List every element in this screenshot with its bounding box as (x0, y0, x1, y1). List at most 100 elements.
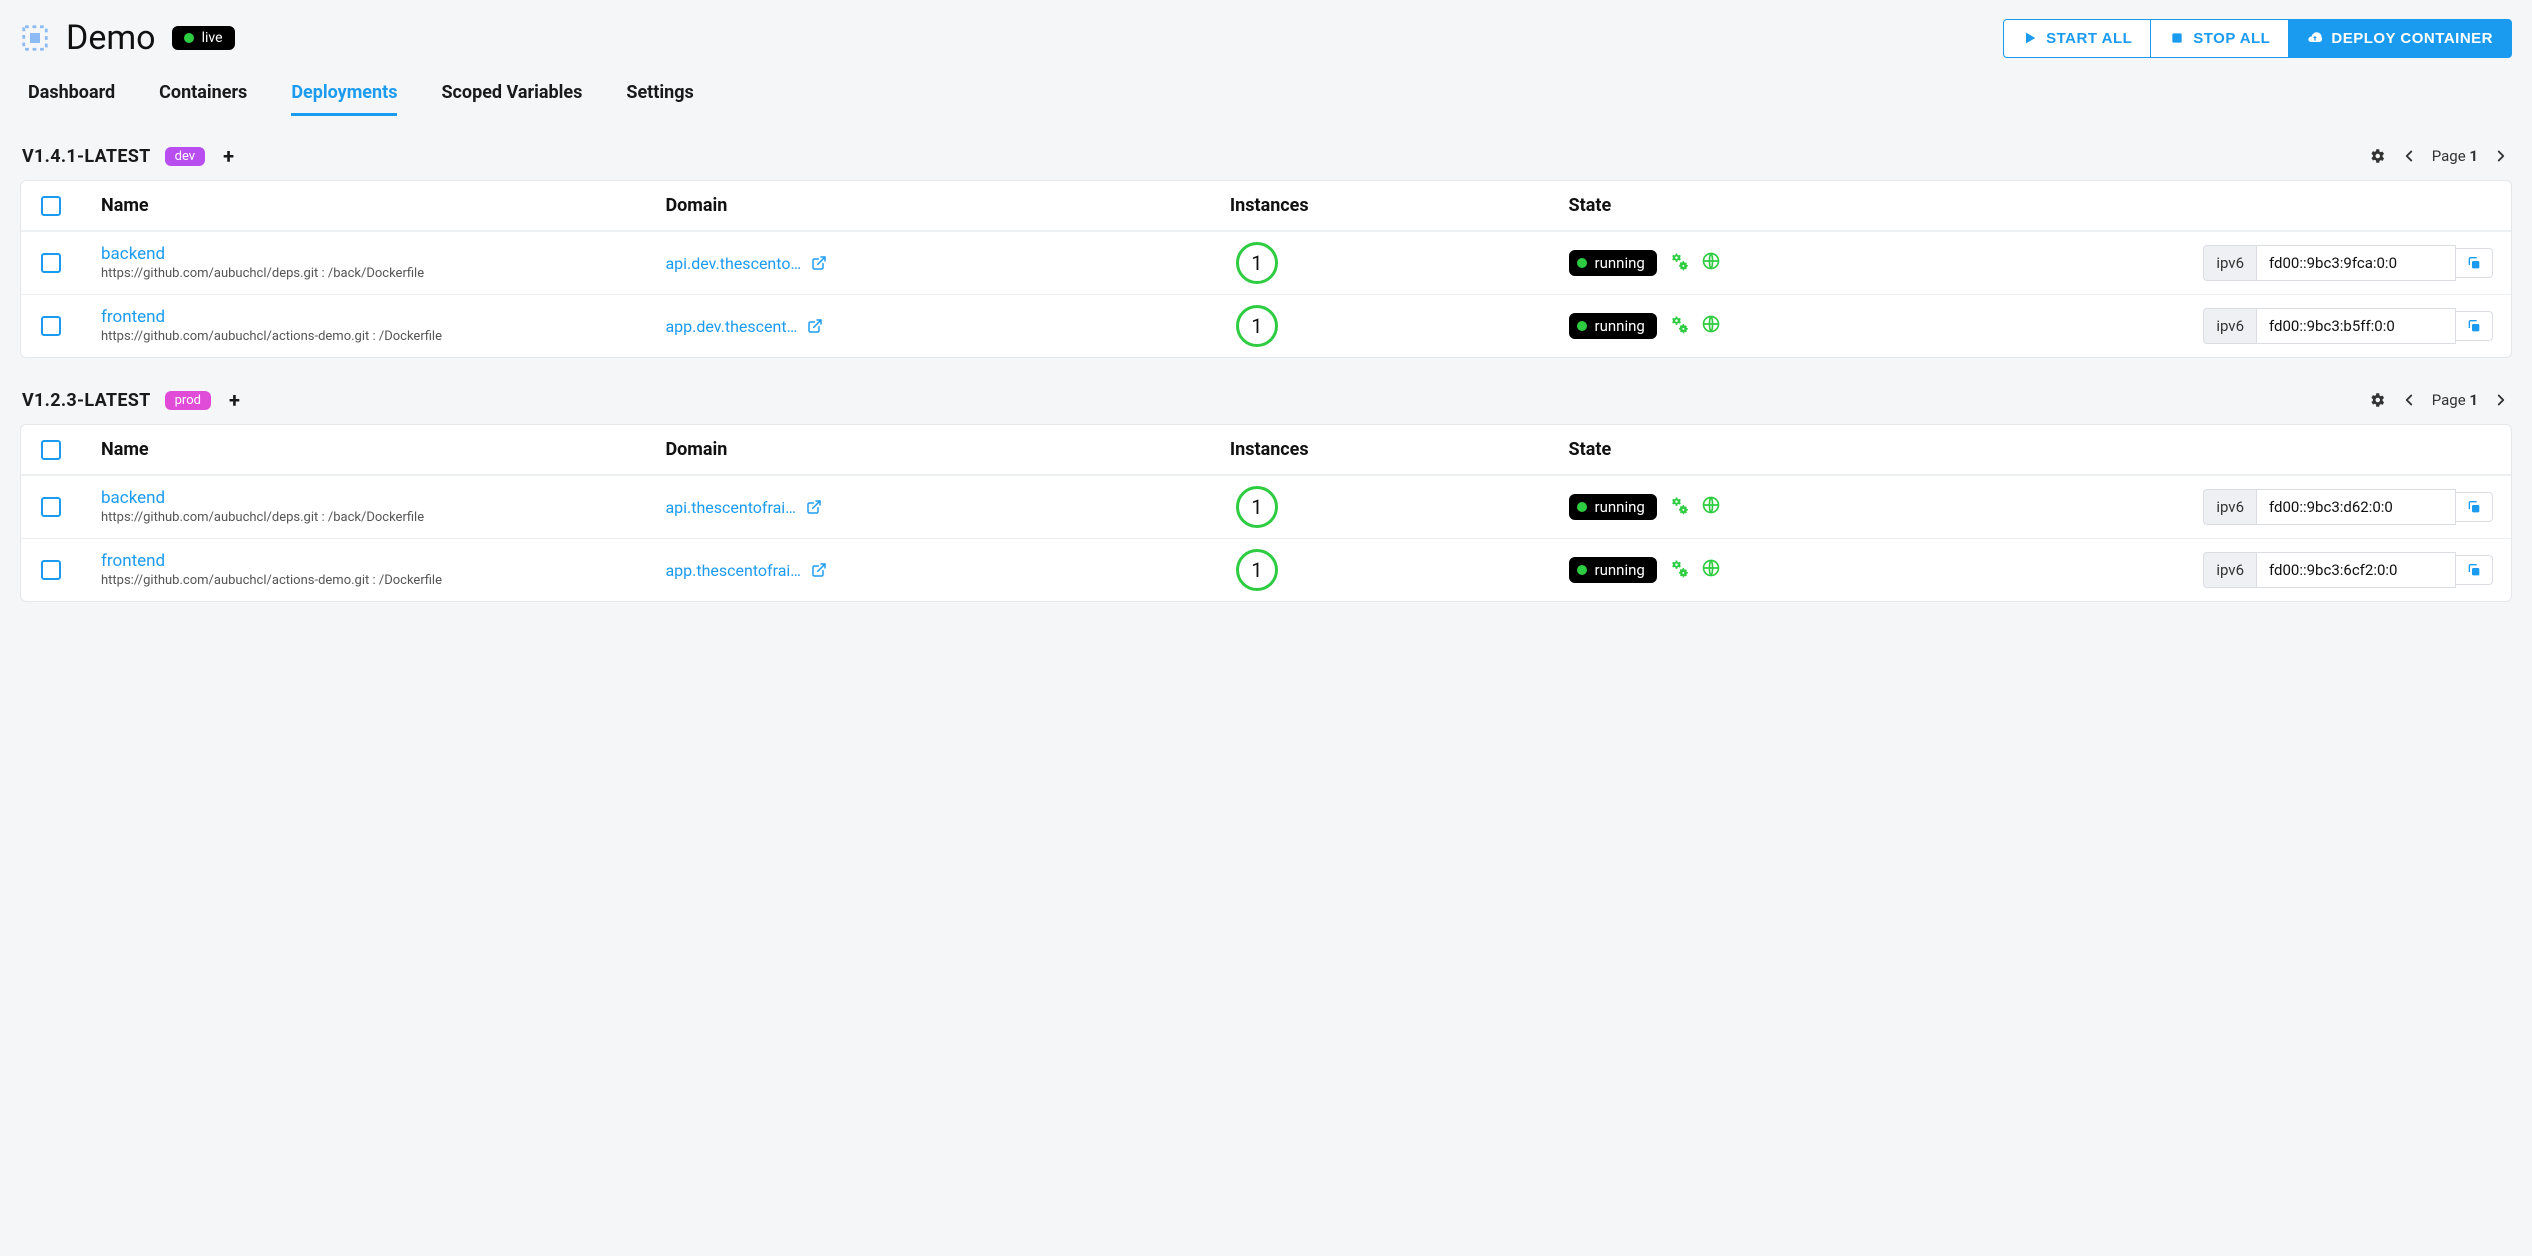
table-header: Name Domain Instances State (21, 181, 2511, 231)
domain-link[interactable]: api.thescentofrai… (665, 498, 795, 517)
ip-type-label: ipv6 (2203, 245, 2256, 281)
section-header-right: Page 1 (2368, 147, 2510, 165)
ip-cell: ipv6 fd00::9bc3:d62:0:0 (2133, 489, 2493, 525)
page-prev-button[interactable] (2400, 147, 2418, 165)
page-next-button[interactable] (2492, 391, 2510, 409)
external-link-icon[interactable] (806, 499, 822, 515)
state-badge: running (1569, 494, 1657, 520)
external-link-icon[interactable] (811, 255, 827, 271)
tab-scoped-variables[interactable]: Scoped Variables (441, 82, 582, 116)
deployment-section-header: V1.2.3-LATEST prod + Page 1 (20, 388, 2512, 424)
ip-type-label: ipv6 (2203, 308, 2256, 344)
status-dot-icon (184, 33, 194, 43)
environment-icon (20, 23, 50, 53)
ip-address: fd00::9bc3:9fca:0:0 (2256, 245, 2456, 281)
container-source: https://github.com/aubuchcl/actions-demo… (101, 329, 655, 346)
select-all-checkbox[interactable] (41, 196, 61, 216)
header-left: Demo live (20, 18, 235, 58)
config-icon[interactable] (1669, 251, 1689, 275)
ip-cell: ipv6 fd00::9bc3:b5ff:0:0 (2133, 308, 2493, 344)
state-dot-icon (1577, 565, 1587, 575)
copy-ip-button[interactable] (2456, 492, 2493, 522)
domain-link[interactable]: app.dev.thescent… (665, 317, 797, 336)
ip-cell: ipv6 fd00::9bc3:6cf2:0:0 (2133, 552, 2493, 588)
tab-dashboard[interactable]: Dashboard (28, 82, 115, 116)
column-state: State (1569, 195, 2133, 216)
state-label: running (1595, 254, 1645, 272)
add-deployment-button[interactable]: + (219, 144, 238, 168)
name-cell: frontend https://github.com/aubuchcl/act… (101, 551, 665, 590)
page-indicator: Page 1 (2432, 391, 2478, 409)
state-label: running (1595, 561, 1645, 579)
instance-count: 1 (1236, 486, 1278, 528)
external-link-icon[interactable] (807, 318, 823, 334)
name-cell: backend https://github.com/aubuchcl/deps… (101, 488, 665, 527)
start-all-button[interactable]: START ALL (2003, 19, 2151, 58)
add-deployment-button[interactable]: + (225, 388, 244, 412)
section-header-right: Page 1 (2368, 391, 2510, 409)
network-icon[interactable] (1701, 251, 1721, 275)
domain-cell: app.dev.thescent… (665, 317, 1229, 336)
column-instances: Instances (1230, 439, 1569, 460)
domain-cell: api.dev.thescento… (665, 254, 1229, 273)
external-link-icon[interactable] (811, 562, 827, 578)
deploy-container-button[interactable]: DEPLOY CONTAINER (2289, 19, 2512, 58)
tab-bar: Dashboard Containers Deployments Scoped … (20, 82, 2512, 116)
section-header-left: V1.2.3-LATEST prod + (22, 388, 244, 412)
settings-icon[interactable] (2368, 147, 2386, 165)
name-cell: backend https://github.com/aubuchcl/deps… (101, 244, 665, 283)
config-icon[interactable] (1669, 314, 1689, 338)
config-icon[interactable] (1669, 558, 1689, 582)
container-name-link[interactable]: backend (101, 488, 655, 508)
copy-ip-button[interactable] (2456, 555, 2493, 585)
row-checkbox[interactable] (41, 497, 61, 517)
deployment-table: Name Domain Instances State backend http… (20, 180, 2512, 358)
page-prev-button[interactable] (2400, 391, 2418, 409)
state-cell: running (1569, 557, 2133, 583)
page-next-button[interactable] (2492, 147, 2510, 165)
network-icon[interactable] (1701, 495, 1721, 519)
container-name-link[interactable]: frontend (101, 551, 655, 571)
name-cell: frontend https://github.com/aubuchcl/act… (101, 307, 665, 346)
column-instances: Instances (1230, 195, 1569, 216)
environment-badge: dev (165, 147, 205, 166)
play-icon (2022, 30, 2038, 46)
config-icon[interactable] (1669, 495, 1689, 519)
state-cell: running (1569, 494, 2133, 520)
network-icon[interactable] (1701, 558, 1721, 582)
instance-count: 1 (1236, 549, 1278, 591)
container-name-link[interactable]: frontend (101, 307, 655, 327)
tab-containers[interactable]: Containers (159, 82, 247, 116)
stop-all-label: STOP ALL (2193, 30, 2270, 47)
status-badge: live (172, 26, 235, 50)
row-checkbox[interactable] (41, 560, 61, 580)
ip-type-label: ipv6 (2203, 489, 2256, 525)
domain-cell: app.thescentofrai… (665, 561, 1229, 580)
tab-deployments[interactable]: Deployments (291, 82, 397, 116)
table-row: frontend https://github.com/aubuchcl/act… (21, 538, 2511, 601)
deployment-version: V1.2.3-LATEST (22, 390, 151, 411)
settings-icon[interactable] (2368, 391, 2386, 409)
column-name: Name (101, 195, 665, 216)
row-checkbox[interactable] (41, 316, 61, 336)
instances-cell: 1 (1230, 305, 1569, 347)
stop-all-button[interactable]: STOP ALL (2151, 19, 2289, 58)
ip-type-label: ipv6 (2203, 552, 2256, 588)
copy-ip-button[interactable] (2456, 248, 2493, 278)
network-icon[interactable] (1701, 314, 1721, 338)
cloud-upload-icon (2307, 30, 2323, 46)
row-checkbox[interactable] (41, 253, 61, 273)
ip-address: fd00::9bc3:6cf2:0:0 (2256, 552, 2456, 588)
state-label: running (1595, 498, 1645, 516)
container-source: https://github.com/aubuchcl/deps.git : /… (101, 266, 655, 283)
tab-settings[interactable]: Settings (626, 82, 693, 116)
container-source: https://github.com/aubuchcl/actions-demo… (101, 573, 655, 590)
container-name-link[interactable]: backend (101, 244, 655, 264)
domain-link[interactable]: app.thescentofrai… (665, 561, 801, 580)
domain-link[interactable]: api.dev.thescento… (665, 254, 801, 273)
copy-ip-button[interactable] (2456, 311, 2493, 341)
deployment-sections: V1.4.1-LATEST dev + Page 1 Name Domain I… (20, 144, 2512, 602)
select-all-checkbox[interactable] (41, 440, 61, 460)
section-header-left: V1.4.1-LATEST dev + (22, 144, 238, 168)
page-title: Demo (66, 18, 156, 58)
